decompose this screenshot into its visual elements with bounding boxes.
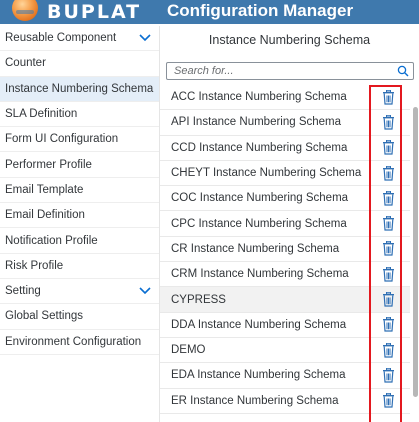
sidebar-item-label: Risk Profile — [5, 259, 64, 272]
sidebar-item-label: Setting — [5, 285, 41, 298]
logo-icon — [12, 0, 38, 21]
app-header: BUPLAT Configuration Manager — [0, 0, 419, 24]
schema-list: ACC Instance Numbering Schema API Instan… — [160, 85, 410, 414]
sidebar-item-email-template[interactable]: Email Template — [0, 178, 159, 204]
sidebar-item-notification-profile[interactable]: Notification Profile — [0, 228, 159, 254]
list-item-label: ER Instance Numbering Schema — [171, 394, 339, 407]
logo-text: BUPLAT — [47, 1, 142, 23]
sidebar-item-label: Email Template — [5, 183, 84, 196]
sidebar-item-instance-numbering-schema[interactable]: Instance Numbering Schema — [0, 76, 159, 102]
brand-logo: BUPLAT — [12, 0, 141, 24]
sidebar-item-form-ui-configuration[interactable]: Form UI Configuration — [0, 127, 159, 153]
list-item[interactable]: CHEYT Instance Numbering Schema — [160, 161, 410, 187]
list-item[interactable]: DEMO — [160, 338, 410, 364]
list-item[interactable]: CR Instance Numbering Schema — [160, 237, 410, 263]
sidebar-item-global-settings[interactable]: Global Settings — [0, 304, 159, 330]
app-title: Configuration Manager — [167, 1, 354, 20]
list-item-label: CCD Instance Numbering Schema — [171, 141, 348, 154]
sidebar-item-label: Email Definition — [5, 209, 85, 222]
sidebar-item-label: Environment Configuration — [5, 335, 142, 348]
sidebar-item-label: Notification Profile — [5, 234, 98, 247]
sidebar-item-performer-profile[interactable]: Performer Profile — [0, 152, 159, 178]
list-item-label: CPC Instance Numbering Schema — [171, 217, 347, 230]
sidebar-item-reusable-component[interactable]: Reusable Component — [0, 26, 159, 52]
list-item[interactable]: API Instance Numbering Schema — [160, 110, 410, 136]
list-item-label: DEMO — [171, 344, 206, 357]
main-panel: Instance Numbering Schema ACC Instance N… — [160, 26, 419, 422]
list-item[interactable]: CYPRESS — [160, 287, 410, 313]
list-item-label: COC Instance Numbering Schema — [171, 192, 349, 205]
list-item-label: CHEYT Instance Numbering Schema — [171, 167, 362, 180]
list-item-label: DDA Instance Numbering Schema — [171, 318, 347, 331]
trash-icon[interactable] — [381, 367, 395, 383]
sidebar-item-risk-profile[interactable]: Risk Profile — [0, 254, 159, 279]
sidebar: Reusable Component Counter Instance Numb… — [0, 26, 160, 422]
trash-icon[interactable] — [381, 292, 395, 308]
sidebar-item-label: Performer Profile — [5, 158, 92, 171]
trash-icon[interactable] — [381, 190, 395, 206]
list-item[interactable]: ACC Instance Numbering Schema — [160, 85, 410, 111]
scrollbar[interactable] — [412, 85, 419, 422]
sidebar-item-environment-configuration[interactable]: Environment Configuration — [0, 330, 159, 355]
search-icon[interactable] — [395, 63, 411, 79]
page-title: Instance Numbering Schema — [208, 33, 371, 47]
list-item[interactable]: EDA Instance Numbering Schema — [160, 363, 410, 389]
sidebar-item-label: SLA Definition — [5, 108, 78, 121]
sidebar-item-setting[interactable]: Setting — [0, 279, 159, 305]
list-item-label: CRM Instance Numbering Schema — [171, 268, 349, 281]
sidebar-item-counter[interactable]: Counter — [0, 51, 159, 77]
trash-icon[interactable] — [381, 241, 395, 257]
scrollbar-thumb[interactable] — [413, 107, 418, 397]
chevron-down-icon[interactable] — [138, 31, 152, 45]
list-item[interactable]: DDA Instance Numbering Schema — [160, 313, 410, 338]
trash-icon[interactable] — [381, 266, 395, 282]
trash-icon[interactable] — [381, 393, 395, 409]
sidebar-item-label: Global Settings — [5, 310, 83, 323]
sidebar-item-label: Instance Numbering Schema — [5, 82, 154, 95]
search-input[interactable] — [167, 63, 395, 79]
chevron-down-icon[interactable] — [138, 284, 152, 298]
trash-icon[interactable] — [381, 216, 395, 232]
list-item[interactable]: CPC Instance Numbering Schema — [160, 211, 410, 237]
sidebar-item-sla-definition[interactable]: SLA Definition — [0, 102, 159, 128]
sidebar-item-label: Reusable Component — [5, 32, 117, 45]
trash-icon[interactable] — [381, 89, 395, 105]
trash-icon[interactable] — [381, 342, 395, 358]
list-item-label: EDA Instance Numbering Schema — [171, 369, 346, 382]
list-item-label: ACC Instance Numbering Schema — [171, 91, 347, 104]
list-item[interactable]: CCD Instance Numbering Schema — [160, 136, 410, 161]
list-item-label: CR Instance Numbering Schema — [171, 242, 340, 255]
list-item[interactable]: COC Instance Numbering Schema — [160, 186, 410, 212]
list-item-label: API Instance Numbering Schema — [171, 116, 342, 129]
trash-icon[interactable] — [381, 165, 395, 181]
search-field[interactable] — [166, 62, 414, 80]
sidebar-item-email-definition[interactable]: Email Definition — [0, 203, 159, 229]
list-item-label: CYPRESS — [171, 293, 226, 306]
trash-icon[interactable] — [381, 114, 395, 130]
list-item[interactable]: CRM Instance Numbering Schema — [160, 262, 410, 288]
trash-icon[interactable] — [381, 317, 395, 333]
trash-icon[interactable] — [381, 140, 395, 156]
list-item[interactable]: ER Instance Numbering Schema — [160, 389, 410, 414]
sidebar-item-label: Counter — [5, 57, 46, 70]
sidebar-item-label: Form UI Configuration — [5, 133, 119, 146]
